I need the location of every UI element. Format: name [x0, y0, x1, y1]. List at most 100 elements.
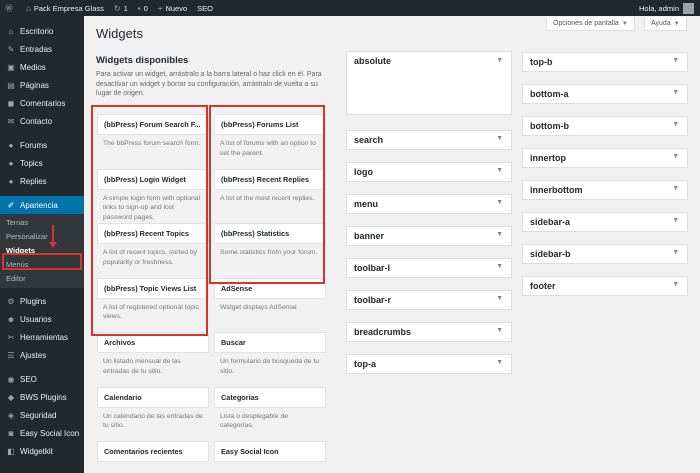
sidebar-item-label: Plugins — [20, 296, 47, 306]
help-button[interactable]: Ayuda ▼ — [644, 17, 687, 31]
sidebar-item-replies[interactable]: ● Replies — [0, 172, 84, 190]
updates-link[interactable]: ↻ 1 — [109, 0, 133, 16]
sidebar-item-usuarios[interactable]: ☻ Usuarios — [0, 310, 84, 328]
widget-area-breadcrumbs[interactable]: breadcrumbs ▼ — [346, 322, 512, 342]
home-icon: ⌂ — [26, 3, 31, 13]
widget-area-title: top-b — [530, 57, 553, 67]
widgetkit-icon: ◧ — [7, 446, 15, 456]
wordpress-logo-button[interactable]: Ⓦ — [0, 0, 21, 16]
chevron-down-icon[interactable]: ▼ — [496, 135, 503, 142]
chevron-down-icon[interactable]: ▼ — [496, 359, 503, 366]
forums-icon: ● — [8, 140, 14, 150]
sidebar-item-topics[interactable]: ● Topics — [0, 154, 84, 172]
widget-area-top-b[interactable]: top-b ▼ — [522, 52, 688, 72]
chevron-down-icon[interactable]: ▼ — [672, 153, 679, 160]
widget-card[interactable]: Buscar Un formulario de búsqueda de tu si… — [214, 332, 326, 380]
widget-title[interactable]: Calendario — [97, 386, 209, 408]
chevron-down-icon[interactable]: ▼ — [496, 57, 503, 64]
sidebar-item-herramientas[interactable]: ✂ Herramientas — [0, 328, 84, 346]
widget-area-absolute[interactable]: absolute ▼ — [346, 51, 512, 115]
chevron-down-icon[interactable]: ▼ — [496, 263, 503, 270]
sidebar-item-easy-social-icon[interactable]: ◙ Easy Social Icon — [0, 424, 84, 442]
sidebar-item-label: SEO — [20, 374, 37, 384]
sidebar-item-seo[interactable]: ◉ SEO — [0, 370, 84, 388]
chevron-down-icon[interactable]: ▼ — [672, 217, 679, 224]
widget-area-title: bottom-a — [530, 89, 569, 99]
widget-title[interactable]: Categorías — [214, 386, 326, 408]
chevron-down-icon: ▼ — [673, 20, 680, 27]
widget-area-sidebar-a[interactable]: sidebar-a ▼ — [522, 212, 688, 232]
screen-options-button[interactable]: Opciones de pantalla ▼ — [546, 17, 635, 31]
widget-area-toolbar-r[interactable]: toolbar-r ▼ — [346, 290, 512, 310]
widget-area-toolbar-l[interactable]: toolbar-l ▼ — [346, 258, 512, 278]
widget-title[interactable]: Easy Social Icon — [214, 441, 326, 462]
highlight-box-right-annotation — [209, 105, 325, 284]
chevron-down-icon[interactable]: ▼ — [672, 249, 679, 256]
sidebar-item-widgetkit[interactable]: ◧ Widgetkit — [0, 442, 84, 460]
widget-area-menu[interactable]: menu ▼ — [346, 194, 512, 214]
sidebar-item-entradas[interactable]: ✎ Entradas — [0, 40, 84, 58]
submenu-temas[interactable]: Temas — [0, 216, 84, 230]
chevron-down-icon[interactable]: ▼ — [496, 167, 503, 174]
chevron-down-icon[interactable]: ▼ — [496, 327, 503, 334]
sidebar-item-label: Replies — [20, 176, 47, 186]
sidebar-item-comentarios[interactable]: ◼ Comentarios — [0, 94, 84, 112]
sidebar-item-escritorio[interactable]: ⌂ Escritorio — [0, 22, 84, 40]
new-content-link[interactable]: + Nuevo — [153, 0, 192, 16]
widget-area-title: search — [354, 135, 384, 145]
widget-card[interactable]: Archivos Un listado mensual de las entrad… — [97, 332, 209, 380]
chevron-down-icon[interactable]: ▼ — [672, 185, 679, 192]
sidebar-item-páginas[interactable]: ▤ Páginas — [0, 76, 84, 94]
comments-link[interactable]: ▪ 0 — [133, 0, 153, 16]
replies-icon: ● — [8, 176, 14, 186]
widget-card[interactable]: Categorías Lista o desplegable de categor… — [214, 386, 326, 435]
widget-description: Un calendario de las entradas de tu siti… — [103, 412, 203, 430]
chevron-down-icon[interactable]: ▼ — [672, 281, 679, 288]
widget-area-top-a[interactable]: top-a ▼ — [346, 354, 512, 374]
widget-area-title: absolute — [354, 56, 392, 66]
sidebar-item-bws-plugins[interactable]: ◆ BWS Plugins — [0, 388, 84, 406]
site-name-link[interactable]: ⌂ Pack Empresa Glass — [21, 0, 109, 16]
widget-card[interactable]: Calendario Un calendario de las entradas … — [97, 386, 209, 435]
site-name: Pack Empresa Glass — [33, 3, 104, 13]
comment-icon: ▪ — [137, 3, 141, 13]
widget-card[interactable]: Easy Social Icon — [214, 441, 326, 470]
submenu-personalizar[interactable]: Personalizar — [0, 230, 84, 244]
chevron-down-icon[interactable]: ▼ — [496, 295, 503, 302]
pin-icon: ✎ — [7, 44, 15, 54]
sidebar-item-ajustes[interactable]: ☰ Ajustes — [0, 346, 84, 364]
seo-icon: ◉ — [7, 374, 15, 384]
widget-title[interactable]: Buscar — [214, 332, 326, 353]
widget-area-bottom-a[interactable]: bottom-a ▼ — [522, 84, 688, 104]
sidebar-item-forums[interactable]: ● Forums — [0, 136, 84, 154]
widget-area-bottom-b[interactable]: bottom-b ▼ — [522, 116, 688, 136]
chevron-down-icon[interactable]: ▼ — [672, 89, 679, 96]
page-title: Widgets — [96, 26, 143, 41]
widget-area-logo[interactable]: logo ▼ — [346, 162, 512, 182]
social-icon: ◙ — [8, 428, 14, 438]
sidebar-item-apariencia[interactable]: ✐ Apariencia — [0, 196, 84, 214]
chevron-down-icon[interactable]: ▼ — [672, 121, 679, 128]
sidebar-item-medios[interactable]: ▣ Medios — [0, 58, 84, 76]
comments-count: 0 — [143, 3, 148, 13]
sidebar-item-label: Seguridad — [20, 410, 57, 420]
settings-icon: ☰ — [7, 350, 15, 360]
arrow-annotation — [49, 225, 57, 250]
sidebar-item-contacto[interactable]: ✉ Contacto — [0, 112, 84, 130]
widget-area-search[interactable]: search ▼ — [346, 130, 512, 150]
chevron-down-icon[interactable]: ▼ — [496, 199, 503, 206]
widget-area-banner[interactable]: banner ▼ — [346, 226, 512, 246]
seo-link[interactable]: SEO — [192, 0, 218, 16]
chevron-down-icon[interactable]: ▼ — [496, 231, 503, 238]
widget-area-innerbottom[interactable]: innerbottom ▼ — [522, 180, 688, 200]
sidebar-item-seguridad[interactable]: ◈ Seguridad — [0, 406, 84, 424]
widget-card[interactable]: Comentarios recientes — [97, 441, 209, 470]
widget-area-sidebar-b[interactable]: sidebar-b ▼ — [522, 244, 688, 264]
widget-area-footer[interactable]: footer ▼ — [522, 276, 688, 296]
account-menu[interactable]: Hola, admin — [639, 2, 700, 14]
widget-area-innertop[interactable]: innertop ▼ — [522, 148, 688, 168]
sidebar-item-plugins[interactable]: ⚙ Plugins — [0, 292, 84, 310]
submenu-editor[interactable]: Editor — [0, 272, 84, 286]
chevron-down-icon[interactable]: ▼ — [672, 57, 679, 64]
widget-title[interactable]: Comentarios recientes — [97, 441, 209, 462]
